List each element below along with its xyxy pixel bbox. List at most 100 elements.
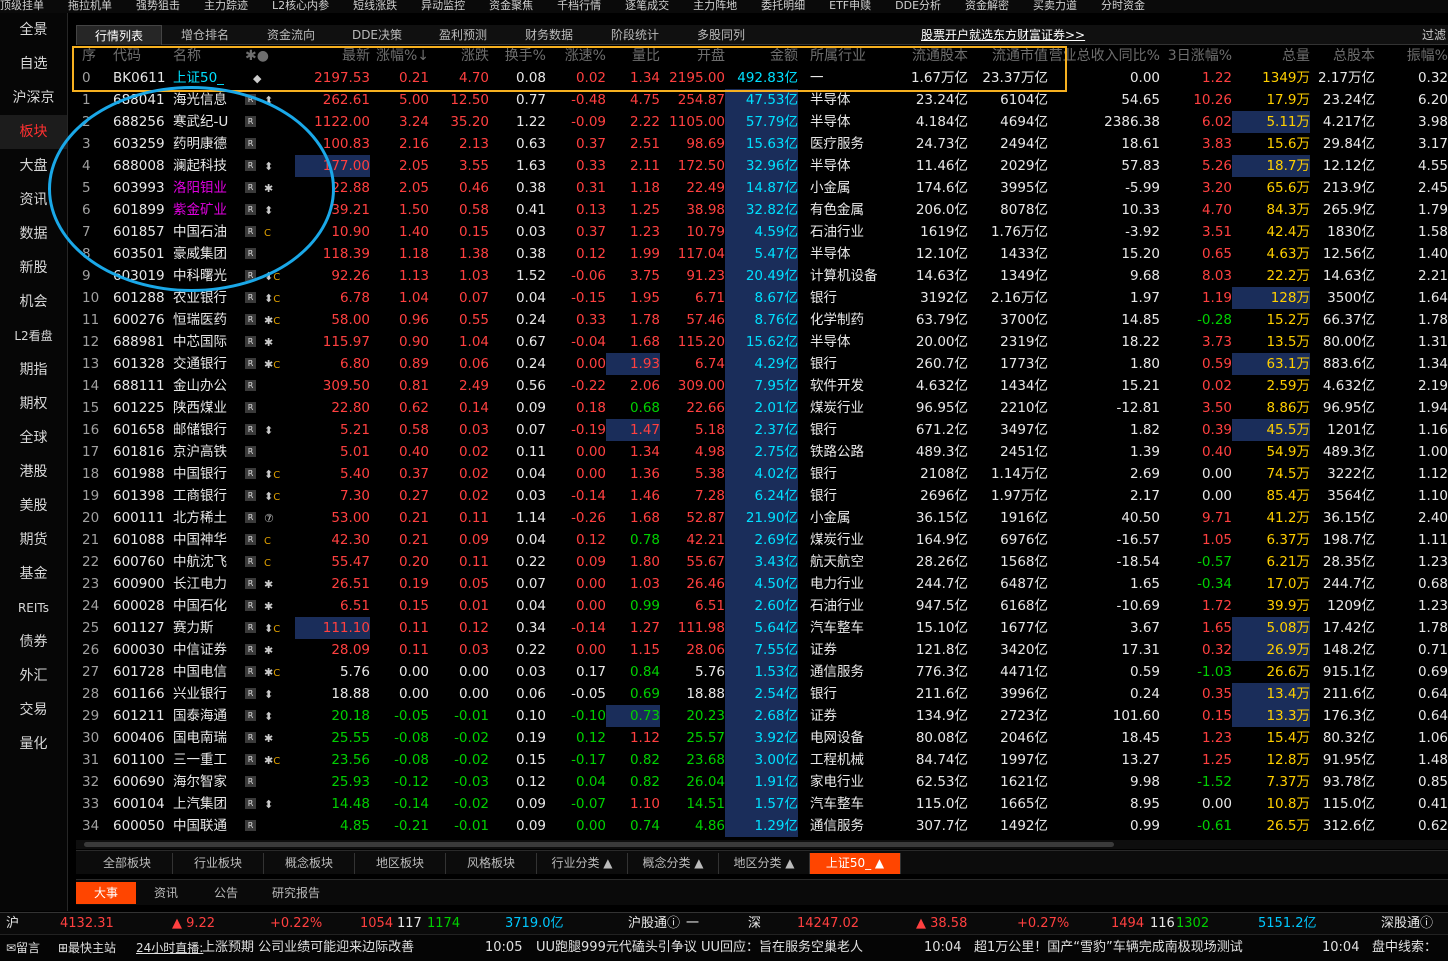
tab-item[interactable]: 阶段统计 [592,25,678,45]
tab-item[interactable]: 盈利预测 [420,25,506,45]
sector-tab[interactable]: 概念分类 ▲ [628,853,719,874]
top-menu-item[interactable]: 短线涨跌 [353,0,397,11]
table-row[interactable]: 20 600111 北方稀土 R ⑦ 53.00 0.21 0.11 1.14 -0.26 1.68… [76,507,1448,529]
column-header[interactable]: 量比 [606,45,660,67]
sidebar-item[interactable]: 板块 [0,115,67,149]
table-row[interactable]: 31 601100 三一重工 R ✱C 23.56 -0.08 -0.02 0.15 -0.17 0… [76,749,1448,771]
info-tab[interactable]: 大事 [76,882,136,904]
sector-tab[interactable]: 地区分类 ▲ [719,853,810,874]
sidebar-item[interactable]: 全球 [0,421,67,455]
sidebar-item[interactable]: REITs [0,591,67,625]
table-row[interactable]: 21 601088 中国神华 R C 42.30 0.21 0.09 0.04 0.12 0.78 4… [76,529,1448,551]
table-row[interactable]: 26 600030 中信证券 R ✱ 28.09 0.11 0.03 0.22 0.00 1.15 2… [76,639,1448,661]
tab-item[interactable]: 增仓排名 [162,25,248,45]
table-row[interactable]: 11 600276 恒瑞医药 R ✱C 58.00 0.96 0.55 0.24 0.33 1.78… [76,309,1448,331]
tab-item[interactable]: 行情列表 [76,25,162,45]
column-header[interactable]: 总股本 [1310,45,1375,67]
news-item[interactable]: 上涨预期 公司业绩可能迎来边际改善 [202,935,414,961]
table-row[interactable]: 22 600760 中航沈飞 R C 55.47 0.20 0.11 0.22 0.09 1.80 5… [76,551,1448,573]
sidebar-item[interactable]: 沪深京 [0,81,67,115]
top-menu-item[interactable]: ETF申赎 [829,0,871,11]
tab-item[interactable]: DDE决策 [334,25,420,45]
sidebar-item[interactable]: 机会 [0,285,67,319]
news-item[interactable]: 超1万公里！国产“雪豹”车辆完成南极现场测试 [974,935,1243,961]
sector-tab[interactable]: 上证50_ ▲ [810,853,901,874]
column-header[interactable]: 流通股本 [878,45,968,67]
sidebar-item[interactable]: L2看盘 [0,319,67,353]
top-menu-item[interactable]: 强势狙击 [136,0,180,11]
top-menu-item[interactable]: 拖拉机单 [68,0,112,11]
sidebar-item[interactable]: 期权 [0,387,67,421]
horizontal-scrollbar[interactable] [76,840,1448,849]
top-menu-item[interactable]: 分时资金 [1101,0,1145,11]
top-menu-item[interactable]: 逐笔成交 [625,0,669,11]
top-menu-item[interactable]: 买卖力道 [1033,0,1077,11]
top-menu-item[interactable]: 资金聚焦 [489,0,533,11]
sidebar-item[interactable]: 期指 [0,353,67,387]
table-row[interactable]: 24 600028 中国石化 R ✱ 6.51 0.15 0.01 0.04 0.00 0.99 6.… [76,595,1448,617]
tab-item[interactable]: 多股同列 [678,25,764,45]
table-row[interactable]: 33 600104 上汽集团 R ⬍ 14.48 -0.14 -0.02 0.09 -0.07 1.… [76,793,1448,815]
tab-item[interactable]: 资金流向 [248,25,334,45]
table-row[interactable]: 14 688111 金山办公 R 309.50 0.81 2.49 0.56 -0.22 2.06… [76,375,1448,397]
column-header[interactable]: 最新 [295,45,370,67]
column-header[interactable]: 金额 [725,45,798,67]
hgt-label[interactable]: 沪股通ⓘ [628,913,680,935]
top-menu-item[interactable]: 主力踪迹 [204,0,248,11]
table-row[interactable]: 3 603259 药明康德 R 100.83 2.16 2.13 0.63 0.37 2.51 98… [76,133,1448,155]
table-row[interactable]: 23 600900 长江电力 R ✱ 26.51 0.19 0.05 0.07 0.00 1.03 2… [76,573,1448,595]
top-menu-item[interactable]: 委托明细 [761,0,805,11]
sector-tab[interactable]: 风格板块 [446,853,537,874]
column-header[interactable]: 涨跌 [429,45,489,67]
table-row[interactable]: 28 601166 兴业银行 R ⬍ 18.88 0.00 0.00 0.06 -0.05 0.69… [76,683,1448,705]
top-menu-item[interactable]: 千档行情 [557,0,601,11]
message-button[interactable]: ✉留言 [6,935,40,961]
top-menu-item[interactable]: 资金解密 [965,0,1009,11]
sidebar-item[interactable]: 量化 [0,727,67,761]
top-menu-item[interactable]: 主力阵地 [693,0,737,11]
column-header[interactable]: 名称 [173,45,243,67]
top-menu-item[interactable]: 顶级挂单 [0,0,44,11]
sidebar-item[interactable]: 大盘 [0,149,67,183]
top-menu-item[interactable]: 异动监控 [421,0,465,11]
table-row[interactable]: 9 603019 中科曙光 R ⬍C 92.26 1.13 1.03 1.52 -0.06 3.75… [76,265,1448,287]
table-row[interactable]: 5 603993 洛阳钼业 R ✱ 22.88 2.05 0.46 0.38 0.31 1.18 22… [76,177,1448,199]
sidebar-item[interactable]: 交易 [0,693,67,727]
sidebar-item[interactable]: 自选 [0,47,67,81]
filter-button[interactable]: 过滤 [1422,25,1446,45]
table-row[interactable]: 17 601816 京沪高铁 R 5.01 0.40 0.02 0.11 0.00 1.34 4.9… [76,441,1448,463]
sector-tab[interactable]: 全部板块 [82,853,173,874]
column-header[interactable]: ✱● [245,45,295,67]
column-header[interactable]: 代码 [113,45,173,67]
table-row[interactable]: 30 600406 国电南瑞 R ✱ 25.55 -0.08 -0.02 0.19 0.12 1.1… [76,727,1448,749]
column-header[interactable]: 振幅% [1375,45,1448,67]
table-row[interactable]: 2 688256 寒武纪-U R 1122.00 3.24 35.20 1.22 -0.09 2.… [76,111,1448,133]
top-menu-item[interactable]: DDE分析 [895,0,941,11]
info-tab[interactable]: 资讯 [136,882,196,904]
sgt-label[interactable]: 深股通ⓘ [1381,913,1433,935]
column-header[interactable]: 总量 [1232,45,1310,67]
column-header[interactable]: 序 [82,45,102,67]
sector-tab[interactable]: 行业分类 ▲ [537,853,628,874]
table-row[interactable]: 4 688008 澜起科技 R ⬍ 177.00 2.05 3.55 1.63 0.33 2.11 1… [76,155,1448,177]
scrollbar-thumb[interactable] [84,842,1114,847]
sidebar-item[interactable]: 基金 [0,557,67,591]
sidebar-item[interactable]: 外汇 [0,659,67,693]
sidebar-item[interactable]: 新股 [0,251,67,285]
sector-tab[interactable]: 概念板块 [264,853,355,874]
table-row[interactable]: 27 601728 中国电信 R ✱C 5.76 0.00 0.00 0.03 0.17 0.84 5… [76,661,1448,683]
sidebar-item[interactable]: 美股 [0,489,67,523]
sidebar-item[interactable]: 港股 [0,455,67,489]
column-header[interactable]: 换手% [489,45,546,67]
table-row[interactable]: 34 600050 中国联通 R 4.85 -0.21 -0.01 0.09 0.00 0.74 4… [76,815,1448,837]
sidebar-item[interactable]: 资讯 [0,183,67,217]
table-row[interactable]: 8 603501 豪威集团 R 118.39 1.18 1.38 0.38 0.12 1.99 11… [76,243,1448,265]
info-tab[interactable]: 研究报告 [256,882,336,904]
sidebar-item[interactable]: 数据 [0,217,67,251]
table-row[interactable]: 18 601988 中国银行 R ⬍C 5.40 0.37 0.02 0.04 0.00 1.36 5… [76,463,1448,485]
column-header[interactable]: 3日涨幅% [1160,45,1232,67]
promo-link[interactable]: 股票开户就选东方财富证券>> [921,25,1085,45]
column-header[interactable]: 营业总收入同比% [1048,45,1160,67]
table-row[interactable]: 10 601288 农业银行 R ⬍C 6.78 1.04 0.07 0.04 -0.15 1.95… [76,287,1448,309]
column-header[interactable]: 开盘 [660,45,725,67]
